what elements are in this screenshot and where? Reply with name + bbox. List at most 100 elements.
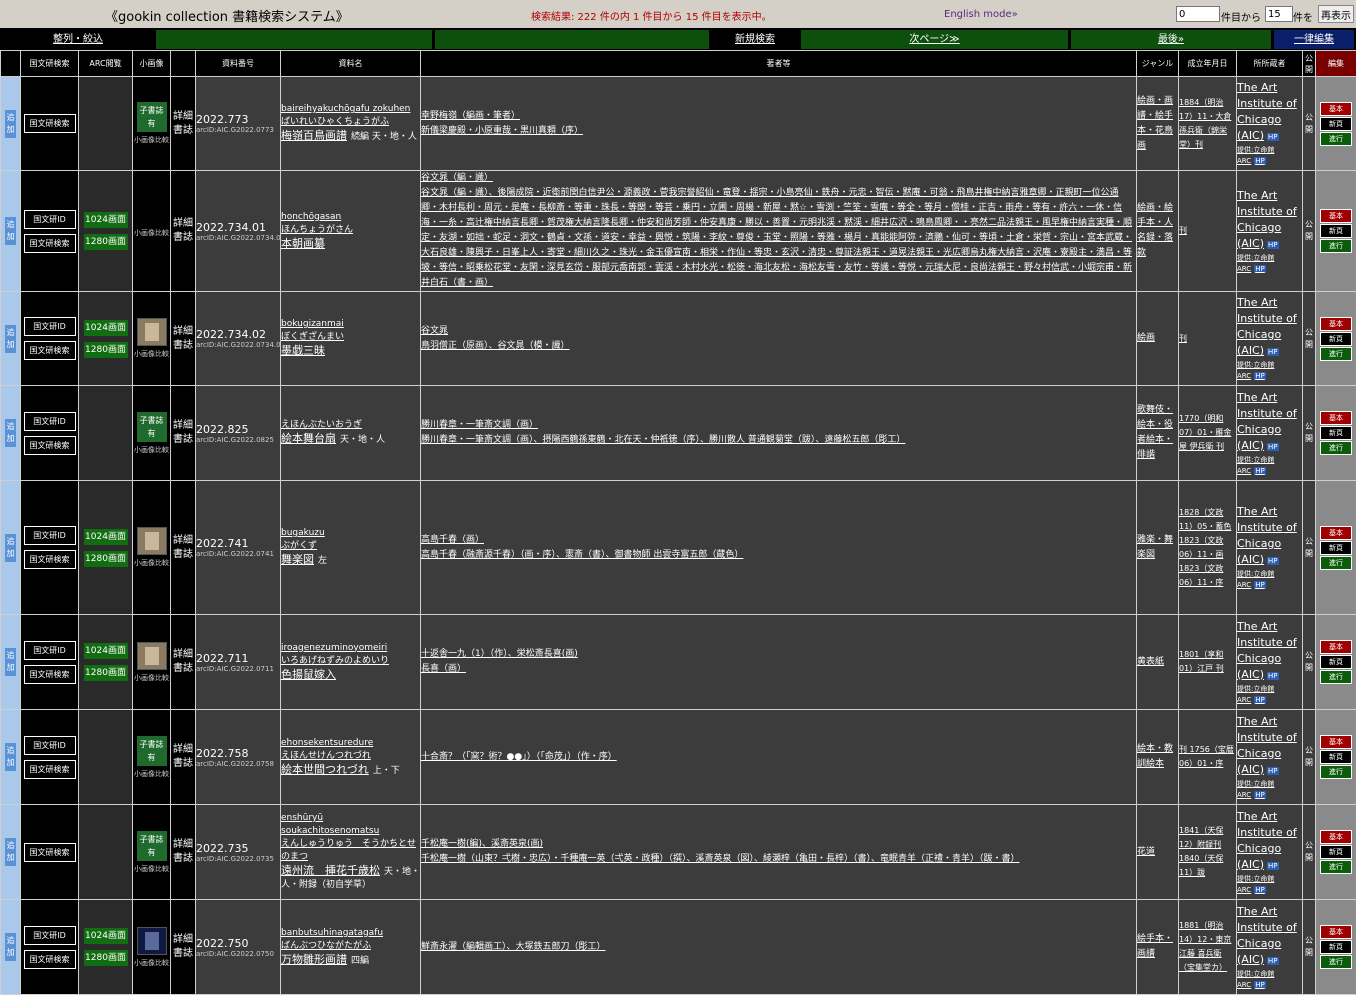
title-kana[interactable]: えほんぶたいおうぎ xyxy=(281,419,420,432)
add-button[interactable]: 追加 xyxy=(5,648,16,676)
arc-1024-button[interactable]: 1024画面 xyxy=(84,529,128,545)
source-link[interactable]: 提供:立命館 xyxy=(1237,569,1302,580)
arc-hp-link[interactable]: HP xyxy=(1254,157,1266,165)
biblio-link[interactable]: 書誌 xyxy=(171,757,195,771)
title-romaji[interactable]: bugakuzu xyxy=(281,527,420,540)
kokubun-id-button[interactable]: 国文研ID xyxy=(24,317,76,336)
start-index-input[interactable] xyxy=(1176,6,1220,22)
thumbnail-image[interactable] xyxy=(137,642,167,670)
edit-basic-button[interactable]: 基本 xyxy=(1320,102,1352,116)
title-kana[interactable]: えんしゅうりゅう そうかちとせのまつ xyxy=(281,838,420,864)
detail-link[interactable]: 詳細 xyxy=(171,325,195,339)
thumb-compare-link[interactable]: 小画像比較 xyxy=(133,445,170,455)
genre-link[interactable]: 絵画・画譜・絵手本・花鳥画 xyxy=(1137,96,1173,151)
edit-basic-button[interactable]: 基本 xyxy=(1320,640,1352,654)
arc-1280-button[interactable]: 1280画面 xyxy=(84,665,128,681)
kokubun-id-button[interactable]: 国文研ID xyxy=(24,412,76,431)
edit-basic-button[interactable]: 基本 xyxy=(1320,735,1352,749)
edit-progress-button[interactable]: 進行 xyxy=(1320,441,1352,455)
title-kana[interactable]: ばいれいひゃくちょうがふ xyxy=(281,116,420,129)
arc-hp-link[interactable]: HP xyxy=(1254,265,1266,273)
owner-hp-link[interactable]: HP xyxy=(1267,767,1279,775)
edit-newpage-button[interactable]: 新頁 xyxy=(1320,117,1352,131)
edit-newpage-button[interactable]: 新頁 xyxy=(1320,541,1352,555)
author-link[interactable]: 勝川春章・一筆斎文調（画） xyxy=(421,420,538,430)
arc-1024-button[interactable]: 1024画面 xyxy=(84,928,128,944)
author-link[interactable]: 鳥羽僧正（原画）、谷文晁（模・識） xyxy=(421,341,570,351)
title-kana[interactable]: ぼくぎざんまい xyxy=(281,331,420,344)
biblio-link[interactable]: 書誌 xyxy=(171,662,195,676)
kokubun-search-button[interactable]: 国文研検索 xyxy=(24,843,76,862)
arc-1024-button[interactable]: 1024画面 xyxy=(84,320,128,336)
author-link[interactable]: 高島千春（画） xyxy=(421,535,484,545)
genre-link[interactable]: 絵画 xyxy=(1137,333,1155,343)
arc-link[interactable]: ARCHP xyxy=(1237,790,1302,801)
add-button[interactable]: 追加 xyxy=(5,933,16,961)
kokubun-search-button[interactable]: 国文研検索 xyxy=(24,114,76,133)
kokubun-search-button[interactable]: 国文研検索 xyxy=(24,550,76,569)
last-page-link[interactable]: 最後» xyxy=(1071,30,1271,49)
add-button[interactable]: 追加 xyxy=(5,419,16,447)
date-link[interactable]: 刊 xyxy=(1179,334,1187,343)
title-link[interactable]: 梅嶺百鳥画譜 xyxy=(281,129,347,142)
arc-1280-button[interactable]: 1280画面 xyxy=(84,342,128,358)
kokubun-search-button[interactable]: 国文研検索 xyxy=(24,234,76,253)
source-link[interactable]: 提供:立命館 xyxy=(1237,455,1302,466)
title-kana[interactable]: いろあげねずみのよめいり xyxy=(281,655,420,668)
author-link[interactable]: 十返舎一九（1）（作）、栄松斎長喜(画) xyxy=(421,649,578,659)
biblio-link[interactable]: 書誌 xyxy=(171,339,195,353)
thumb-compare-link[interactable]: 小画像比較 xyxy=(133,228,170,238)
author-link[interactable]: 十合斎？（「窯？術？●●」）（「命茂」）（作・序） xyxy=(421,752,617,762)
title-link[interactable]: 本朝画纂 xyxy=(281,237,325,250)
arc-link[interactable]: ARCHP xyxy=(1237,156,1302,167)
kokubun-id-button[interactable]: 国文研ID xyxy=(24,210,76,229)
edit-basic-button[interactable]: 基本 xyxy=(1320,830,1352,844)
source-link[interactable]: 提供:立命館 xyxy=(1237,145,1302,156)
kokubun-search-button[interactable]: 国文研検索 xyxy=(24,665,76,684)
title-kana[interactable]: えほんせけんつれづれ xyxy=(281,750,420,763)
biblio-link[interactable]: 書誌 xyxy=(171,947,195,961)
genre-link[interactable]: 黄表紙 xyxy=(1137,657,1164,667)
owner-hp-link[interactable]: HP xyxy=(1267,557,1279,565)
next-page-link[interactable]: 次ページ≫ xyxy=(801,30,1068,49)
edit-progress-button[interactable]: 進行 xyxy=(1320,132,1352,146)
owner-hp-link[interactable]: HP xyxy=(1267,443,1279,451)
author-link[interactable]: 長喜（画） xyxy=(421,664,466,674)
biblio-link[interactable]: 書誌 xyxy=(171,433,195,447)
detail-link[interactable]: 詳細 xyxy=(171,648,195,662)
owner-hp-link[interactable]: HP xyxy=(1267,133,1279,141)
thumb-compare-link[interactable]: 小画像比較 xyxy=(133,558,170,568)
source-link[interactable]: 提供:立命館 xyxy=(1237,874,1302,885)
title-romaji[interactable]: iroagenezuminoyomeiri xyxy=(281,642,420,655)
thumb-compare-link[interactable]: 小画像比較 xyxy=(133,673,170,683)
author-link[interactable]: 鮮斎永濯（編輯画工）、大塚鉄五郎刀（彫工） xyxy=(421,942,606,952)
detail-link[interactable]: 詳細 xyxy=(171,534,195,548)
english-mode-link[interactable]: English mode» xyxy=(944,9,1018,20)
date-link[interactable]: 1884（明治17）11・大倉孫兵衛（錦栄堂）刊 xyxy=(1179,98,1231,149)
author-link[interactable]: 幸野梅嶺（編画・筆者） xyxy=(421,111,520,121)
author-link[interactable]: 千松庵一樹（山東？弌樹・忠広）・千種庵一英（弌英・政種）（撰）、溪斎英泉（図）、… xyxy=(421,854,1020,864)
genre-link[interactable]: 雅楽・舞楽図 xyxy=(1137,535,1173,560)
arc-link[interactable]: ARCHP xyxy=(1237,695,1302,706)
biblio-link[interactable]: 書誌 xyxy=(171,124,195,138)
child-biblio-badge[interactable]: 子書誌有 xyxy=(137,736,167,766)
kokubun-search-button[interactable]: 国文研検索 xyxy=(24,760,76,779)
edit-progress-button[interactable]: 進行 xyxy=(1320,765,1352,779)
detail-link[interactable]: 詳細 xyxy=(171,419,195,433)
kokubun-search-button[interactable]: 国文研検索 xyxy=(24,950,76,969)
arc-link[interactable]: ARCHP xyxy=(1237,580,1302,591)
thumb-compare-link[interactable]: 小画像比較 xyxy=(133,864,170,874)
kokubun-id-button[interactable]: 国文研ID xyxy=(24,526,76,545)
title-link[interactable]: 絵本世間つれづれ xyxy=(281,763,369,776)
owner-hp-link[interactable]: HP xyxy=(1267,348,1279,356)
title-link[interactable]: 墨戯三昧 xyxy=(281,344,325,357)
date-link[interactable]: 刊 1756（宝暦06）01・序 xyxy=(1179,745,1234,768)
source-link[interactable]: 提供:立命館 xyxy=(1237,779,1302,790)
add-button[interactable]: 追加 xyxy=(5,217,16,245)
genre-link[interactable]: 絵手本・画譜 xyxy=(1137,934,1173,959)
edit-newpage-button[interactable]: 新頁 xyxy=(1320,845,1352,859)
author-link[interactable]: 谷文晁（編・識） xyxy=(421,173,493,183)
biblio-link[interactable]: 書誌 xyxy=(171,548,195,562)
arc-link[interactable]: ARCHP xyxy=(1237,980,1302,991)
edit-progress-button[interactable]: 進行 xyxy=(1320,955,1352,969)
